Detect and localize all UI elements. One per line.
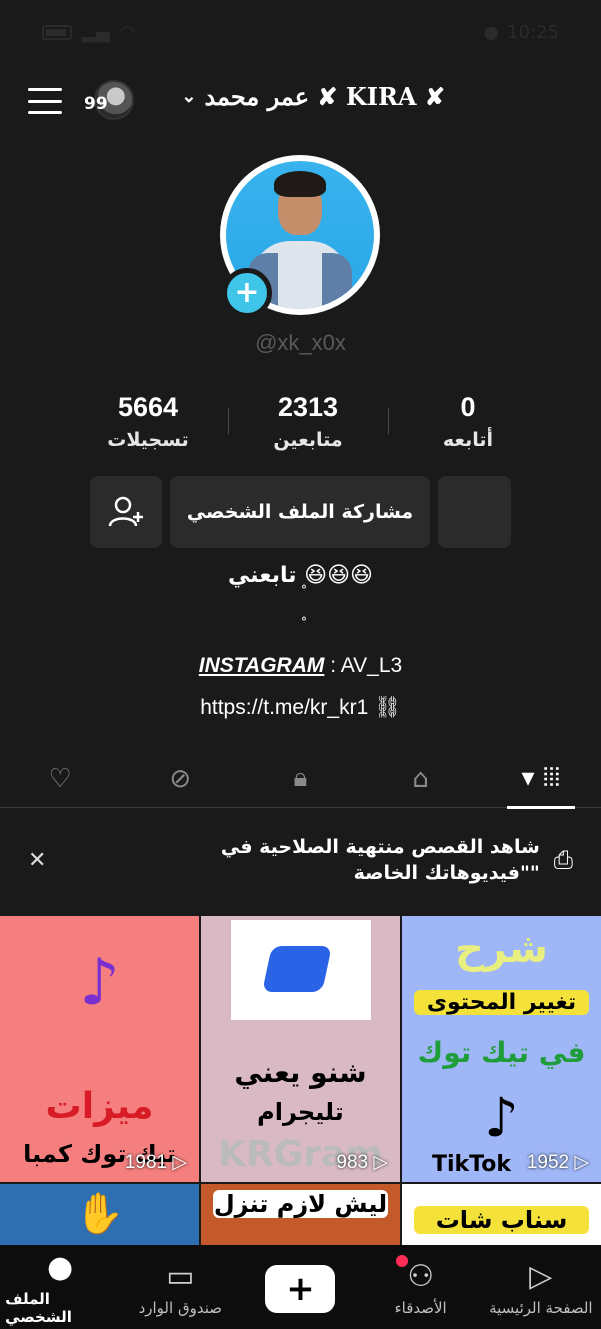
video-subtitle-2: في تيك توك bbox=[417, 1036, 586, 1069]
heart-hidden-icon: ♡ bbox=[48, 763, 72, 794]
username-title: عمر محمد ✘ KIRA ✘ bbox=[204, 82, 445, 111]
nav-inbox[interactable]: ▭ صندوق الوارد bbox=[125, 1259, 235, 1318]
tab-liked[interactable]: ♡ bbox=[20, 754, 100, 804]
video-tile[interactable]: شنو يعني تليجرام KRGram 983 ▷ bbox=[201, 916, 400, 1182]
story-avatar[interactable]: 99 bbox=[84, 78, 134, 122]
expired-stories-notice: ✕ شاهد القصص منتهية الصلاحية في "فيديوها… bbox=[0, 830, 601, 890]
profile-icon: ● bbox=[47, 1250, 74, 1285]
video-tile[interactable]: ✋ bbox=[0, 1184, 199, 1248]
stat-followers[interactable]: 2313 متابعين bbox=[238, 392, 378, 451]
story-count-badge: 99 bbox=[84, 94, 108, 114]
play-icon: ▷ bbox=[529, 1259, 553, 1294]
chevron-down-icon: ⌄ bbox=[181, 86, 197, 107]
bookmark-hidden-icon: ⊘ bbox=[169, 763, 192, 794]
profile-handle: @xk_x0x bbox=[255, 330, 346, 355]
bio-line: ْ bbox=[0, 617, 601, 633]
tiktok-logo-icon: ♪ bbox=[79, 946, 120, 1020]
video-title: ليش لازم تنزل bbox=[213, 1190, 388, 1218]
nav-label: الأصدقاء bbox=[394, 1299, 447, 1317]
tab-videos[interactable]: ▾ ⦙⦙⦙ bbox=[501, 754, 581, 809]
divider bbox=[227, 408, 229, 434]
add-friend-button[interactable] bbox=[90, 476, 162, 548]
nav-friends[interactable]: ⚇ الأصدقاء bbox=[366, 1255, 476, 1317]
share-profile-button[interactable]: مشاركة الملف الشخصي bbox=[170, 476, 430, 548]
more-button[interactable] bbox=[438, 476, 511, 548]
link-icon: ⛓ bbox=[374, 696, 401, 719]
add-story-icon[interactable]: + bbox=[222, 268, 272, 318]
tab-shop[interactable]: ⌂ bbox=[381, 754, 461, 804]
video-grid: ♪ ميزات تيك توك كمبا 1981 ▷ شنو يعني تلي… bbox=[0, 916, 601, 1248]
whatsapp-icon: ● bbox=[483, 21, 500, 43]
status-time: 10:25 bbox=[507, 21, 559, 43]
wifi-icon: ◠ bbox=[119, 21, 136, 43]
grid-icon: ▾ ⦙⦙⦙ bbox=[521, 763, 561, 793]
add-user-icon bbox=[108, 496, 143, 527]
video-tile[interactable]: شرح تغيير المحتوى في تيك توك ♪ TikTok 19… bbox=[402, 916, 601, 1182]
bio-instagram: INSTAGRAM : AV_L3 bbox=[0, 654, 601, 678]
menu-icon[interactable] bbox=[28, 88, 62, 114]
video-title: شرح bbox=[454, 926, 549, 972]
stat-label: أتابعه bbox=[442, 428, 494, 451]
inbox-icon: ▭ bbox=[166, 1259, 195, 1294]
friends-icon: ⚇ bbox=[407, 1259, 435, 1294]
instagram-value: : AV_L3 bbox=[330, 654, 403, 677]
bio-line: ْ bbox=[0, 585, 601, 601]
content-tabs: ♡ ⊘ 🔒︎ ⌂ ▾ ⦙⦙⦙ bbox=[0, 750, 601, 809]
bio-link[interactable]: https://t.me/kr_kr1 ⛓ bbox=[0, 696, 601, 720]
video-title: سناب شات bbox=[414, 1206, 589, 1234]
instagram-label: INSTAGRAM bbox=[198, 654, 325, 677]
divider bbox=[387, 408, 389, 434]
username-switcher[interactable]: ⌄ عمر محمد ✘ KIRA ✘ bbox=[181, 82, 445, 111]
signal-icon: ▂▄ bbox=[82, 21, 110, 43]
nav-label: الملف الشخصي bbox=[5, 1290, 72, 1326]
create-button[interactable]: + bbox=[265, 1265, 336, 1313]
video-title: ميزات bbox=[45, 1086, 154, 1127]
nav-home[interactable]: ▷ الصفحة الرئيسية bbox=[486, 1259, 596, 1318]
top-bar: 99 ⌄ عمر محمد ✘ KIRA ✘ bbox=[0, 72, 601, 130]
stat-label: متابعين bbox=[273, 428, 343, 451]
notification-dot bbox=[395, 1255, 408, 1267]
close-icon[interactable]: ✕ bbox=[28, 848, 58, 873]
view-count: 1981 ▷ bbox=[124, 1152, 187, 1173]
video-subtitle: تليجرام bbox=[257, 1098, 344, 1126]
video-tile[interactable]: ♪ ميزات تيك توك كمبا 1981 ▷ bbox=[0, 916, 199, 1182]
video-title: شنو يعني bbox=[234, 1056, 367, 1089]
status-bar: ▂▄ ◠ ● 10:25 bbox=[0, 0, 601, 64]
lock-icon: 🔒︎ bbox=[293, 763, 308, 793]
stat-likes[interactable]: 5664 تسجيلات bbox=[78, 392, 218, 451]
view-count: 983 ▷ bbox=[336, 1152, 388, 1173]
video-tile[interactable]: سناب شات bbox=[402, 1184, 601, 1248]
hand-icon: ✋ bbox=[74, 1191, 125, 1237]
bottom-nav: ● الملف الشخصي ▭ صندوق الوارد + ⚇ الأصدق… bbox=[0, 1245, 601, 1329]
tab-favorites[interactable]: ⊘ bbox=[140, 754, 220, 804]
video-tile[interactable]: ليش لازم تنزل bbox=[201, 1184, 400, 1248]
status-right: ● 10:25 bbox=[483, 22, 559, 43]
profile-stats: 5664 تسجيلات 2313 متابعين 0 أتابعه bbox=[78, 386, 538, 456]
app-logo-icon bbox=[262, 946, 332, 992]
link-text[interactable]: https://t.me/kr_kr1 bbox=[200, 696, 368, 719]
nav-label: صندوق الوارد bbox=[138, 1299, 222, 1317]
tab-private[interactable]: 🔒︎ bbox=[260, 754, 340, 804]
nav-label: الصفحة الرئيسية bbox=[489, 1299, 593, 1317]
battery-icon bbox=[42, 24, 72, 40]
view-count: 1952 ▷ bbox=[526, 1152, 589, 1173]
stat-value: 0 bbox=[460, 391, 476, 422]
profile-actions: مشاركة الملف الشخصي bbox=[90, 476, 511, 548]
tiktok-logo-icon: ♪ bbox=[484, 1086, 519, 1149]
stat-value: 2313 bbox=[277, 391, 339, 422]
camera-icon: ⎙ bbox=[553, 846, 573, 874]
nav-create[interactable]: + bbox=[245, 1265, 355, 1313]
nav-profile[interactable]: ● الملف الشخصي bbox=[5, 1250, 115, 1327]
notice-text[interactable]: شاهد القصص منتهية الصلاحية في "فيديوهاتك… bbox=[58, 834, 554, 886]
stat-value: 5664 bbox=[117, 391, 179, 422]
video-subtitle: تغيير المحتوى bbox=[414, 990, 589, 1015]
status-left: ▂▄ ◠ bbox=[42, 22, 135, 43]
stat-label: تسجيلات bbox=[107, 428, 189, 451]
stat-following[interactable]: 0 أتابعه bbox=[398, 392, 538, 451]
shop-icon: ⌂ bbox=[412, 763, 429, 794]
